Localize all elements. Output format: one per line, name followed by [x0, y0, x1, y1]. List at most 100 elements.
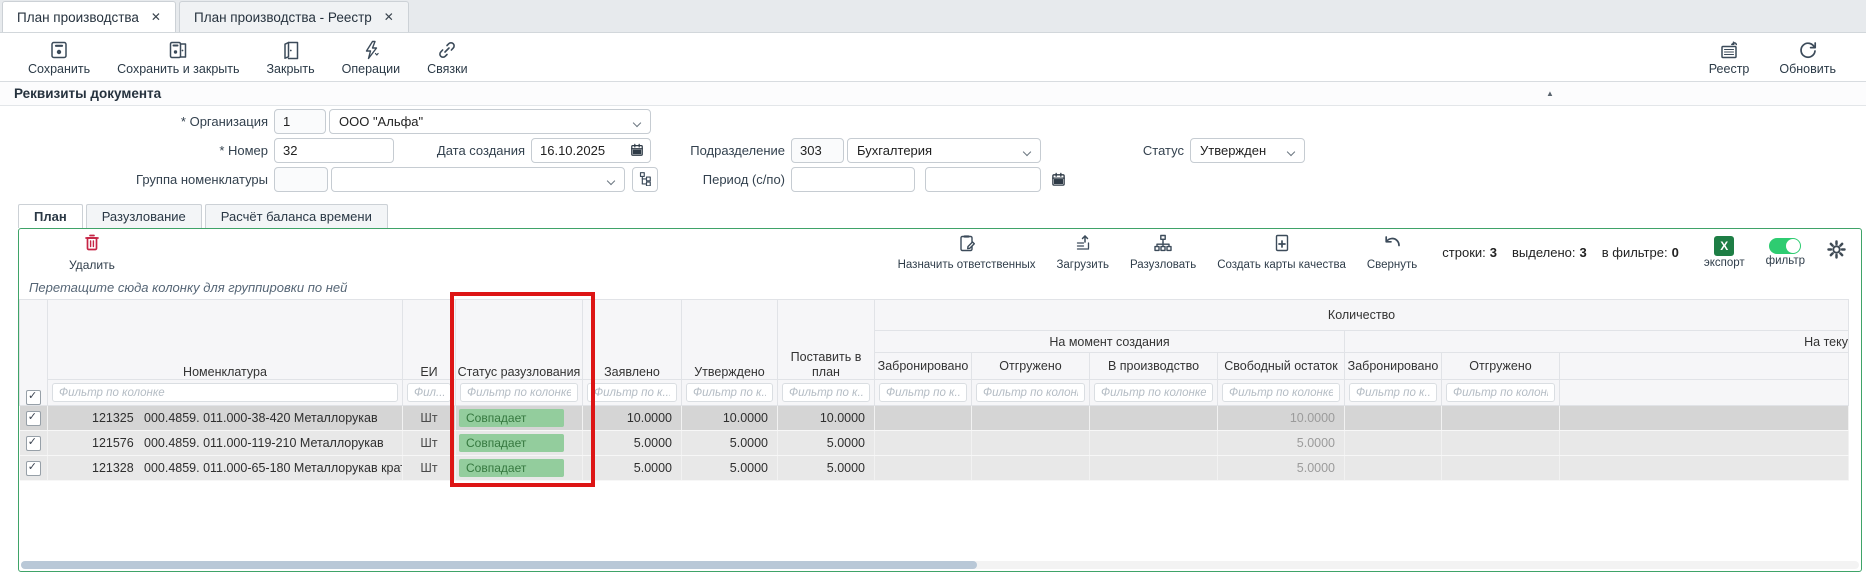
upload-icon — [1073, 233, 1093, 258]
unit-cell: Шт — [403, 456, 456, 481]
filter-input-approved[interactable] — [686, 383, 773, 402]
refresh-button[interactable]: Обновить — [1779, 39, 1836, 76]
nomenclature-name: 000.4859. 011.000-119-210 Металлорукав — [144, 436, 384, 450]
filter-input-reserved-current[interactable] — [1349, 383, 1437, 402]
toggle-on-icon[interactable] — [1769, 238, 1801, 254]
filter-input-declared[interactable] — [587, 383, 677, 402]
links-button[interactable]: Связки — [427, 39, 467, 76]
registry-button[interactable]: Реестр — [1709, 39, 1750, 76]
nomenclature-cell: 121328000.4859. 011.000-65-180 Металлору… — [48, 456, 403, 481]
button-label: Обновить — [1779, 62, 1836, 76]
department-select[interactable]: Бухгалтерия — [847, 138, 1041, 163]
column-header-shipped-current[interactable]: Отгружено — [1442, 353, 1560, 380]
button-label: Свернуть — [1367, 259, 1417, 271]
organization-code-field[interactable] — [274, 109, 326, 134]
reserved-current-cell — [1345, 431, 1442, 456]
nomenclature-group-label: Группа номенклатуры — [0, 167, 268, 192]
table-row[interactable]: 121325000.4859. 011.000-38-420 Металлору… — [20, 406, 1849, 431]
button-label: Назначить ответственных — [898, 259, 1036, 271]
tab-plan[interactable]: План — [18, 204, 83, 228]
window-tab-plan-registry[interactable]: План производства - Реестр — [179, 1, 409, 32]
column-header-nomenclature[interactable]: Номенклатура — [48, 300, 403, 380]
filter-toggle[interactable]: фильтр — [1766, 238, 1805, 267]
group-header-current: На теку — [1345, 331, 1849, 353]
number-field[interactable] — [274, 138, 394, 163]
column-header-decomposition-status[interactable]: Статус разузлования — [456, 300, 583, 380]
hierarchy-icon — [1153, 233, 1173, 258]
department-code-field[interactable] — [791, 138, 844, 163]
close-icon[interactable] — [384, 11, 394, 23]
column-header-put-to-plan[interactable]: Поставить в план — [778, 300, 875, 380]
window-tab-label: План производства - Реестр — [194, 10, 372, 25]
filter-input-reserved[interactable] — [879, 383, 967, 402]
put-to-plan-cell: 5.0000 — [778, 431, 875, 456]
door-icon — [280, 39, 302, 61]
filter-input-in-production[interactable] — [1094, 383, 1213, 402]
row-checkbox[interactable] — [26, 411, 41, 426]
in-production-cell — [1090, 431, 1218, 456]
column-header-in-production[interactable]: В производство — [1090, 353, 1218, 380]
department-label: Подразделение — [650, 138, 785, 163]
tab-time-balance[interactable]: Расчёт баланса времени — [205, 204, 388, 228]
chevron-down-icon — [608, 178, 616, 184]
row-checkbox[interactable] — [26, 461, 41, 476]
grid-settings-button[interactable] — [1826, 239, 1847, 265]
delete-button[interactable]: Удалить — [69, 232, 115, 272]
column-header-reserved[interactable]: Забронировано — [875, 353, 972, 380]
status-select[interactable]: Утвержден — [1190, 138, 1305, 163]
save-icon — [48, 39, 70, 61]
scrollbar-thumb[interactable] — [21, 561, 977, 569]
declared-cell: 10.0000 — [583, 406, 682, 431]
period-from-field[interactable] — [791, 167, 915, 192]
select-all-checkbox[interactable] — [26, 390, 41, 405]
nomenclature-group-code-field[interactable] — [274, 167, 328, 192]
rest-cell — [1560, 406, 1849, 431]
clipboard-pencil-icon — [957, 233, 977, 258]
export-button[interactable]: экспорт — [1704, 236, 1745, 269]
create-quality-cards-button[interactable]: Создать карты качества — [1217, 233, 1346, 271]
load-button[interactable]: Загрузить — [1056, 233, 1109, 271]
filter-input-free-balance[interactable] — [1222, 383, 1340, 402]
row-checkbox[interactable] — [26, 436, 41, 451]
undo-arrow-icon — [1382, 233, 1402, 258]
collapse-button[interactable]: Свернуть — [1367, 233, 1417, 271]
group-by-drop-zone[interactable]: Перетащите сюда колонку для группировки … — [19, 275, 1861, 299]
filter-input-unit[interactable] — [407, 383, 451, 402]
column-header-free-balance[interactable]: Свободный остаток — [1218, 353, 1345, 380]
selected-count: выделено:3 — [1512, 245, 1587, 260]
column-header-shipped[interactable]: Отгружено — [972, 353, 1090, 380]
decompose-button[interactable]: Разузловать — [1130, 233, 1196, 271]
nomenclature-group-select[interactable] — [331, 167, 625, 192]
organization-select[interactable]: ООО "Альфа" — [329, 109, 651, 134]
unit-cell: Шт — [403, 431, 456, 456]
calendar-icon[interactable] — [1051, 172, 1066, 190]
put-to-plan-cell: 5.0000 — [778, 456, 875, 481]
filter-input-decomposition-status[interactable] — [460, 383, 578, 402]
button-label: Сохранить и закрыть — [117, 62, 239, 76]
collapse-section-icon[interactable] — [1546, 82, 1554, 105]
table-row[interactable]: 121576000.4859. 011.000-119-210 Металлор… — [20, 431, 1849, 456]
close-button[interactable]: Закрыть — [267, 39, 315, 76]
button-label: фильтр — [1766, 255, 1805, 267]
filtered-count: в фильтре:0 — [1602, 245, 1679, 260]
filter-input-put-to-plan[interactable] — [782, 383, 870, 402]
filter-input-shipped[interactable] — [976, 383, 1085, 402]
tab-decomposition[interactable]: Разузлование — [86, 204, 202, 228]
column-header-reserved-current[interactable]: Забронировано — [1345, 353, 1442, 380]
close-icon[interactable] — [151, 11, 161, 23]
column-header-unit[interactable]: ЕИ — [403, 300, 456, 380]
table-row[interactable]: 121328000.4859. 011.000-65-180 Металлору… — [20, 456, 1849, 481]
save-and-close-button[interactable]: Сохранить и закрыть — [117, 39, 239, 76]
filter-input-shipped-current[interactable] — [1446, 383, 1555, 402]
horizontal-scrollbar — [21, 561, 1859, 569]
filter-input-nomenclature[interactable] — [52, 383, 398, 402]
column-header-approved[interactable]: Утверждено — [682, 300, 778, 380]
column-header-declared[interactable]: Заявлено — [583, 300, 682, 380]
operations-button[interactable]: Операции — [342, 39, 400, 76]
period-to-field[interactable] — [925, 167, 1041, 192]
free-balance-cell: 5.0000 — [1218, 456, 1345, 481]
window-tab-plan[interactable]: План производства — [2, 1, 176, 32]
assign-responsible-button[interactable]: Назначить ответственных — [898, 233, 1036, 271]
column-header-rest — [1560, 353, 1849, 380]
save-button[interactable]: Сохранить — [28, 39, 90, 76]
